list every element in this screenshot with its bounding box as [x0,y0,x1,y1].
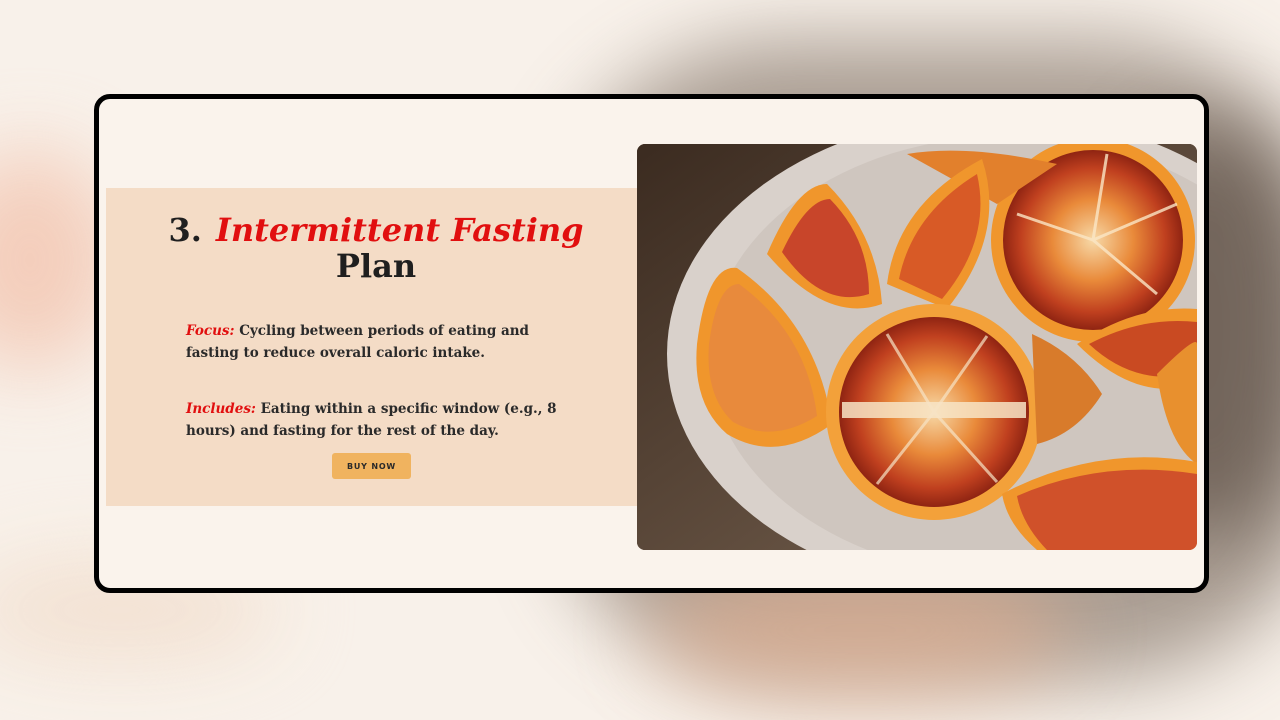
blood-orange-photo [637,144,1197,550]
includes-paragraph: Includes: Eating within a specific windo… [186,398,566,442]
focus-text: Cycling between periods of eating and fa… [186,323,529,361]
plan-title-rest: Plan [335,247,417,285]
plan-title: 3. Intermittent Fasting Plan [166,212,586,284]
plan-title-accent: Intermittent Fasting [215,211,584,249]
plan-number: 3. [168,211,202,249]
focus-label: Focus: [186,323,235,339]
plan-text-panel: 3. Intermittent Fasting Plan Focus: Cycli… [106,188,641,506]
buy-now-button[interactable]: BUY NOW [332,453,411,479]
plan-card: 3. Intermittent Fasting Plan Focus: Cycli… [94,94,1209,593]
focus-paragraph: Focus: Cycling between periods of eating… [186,320,566,364]
includes-label: Includes: [186,401,256,417]
